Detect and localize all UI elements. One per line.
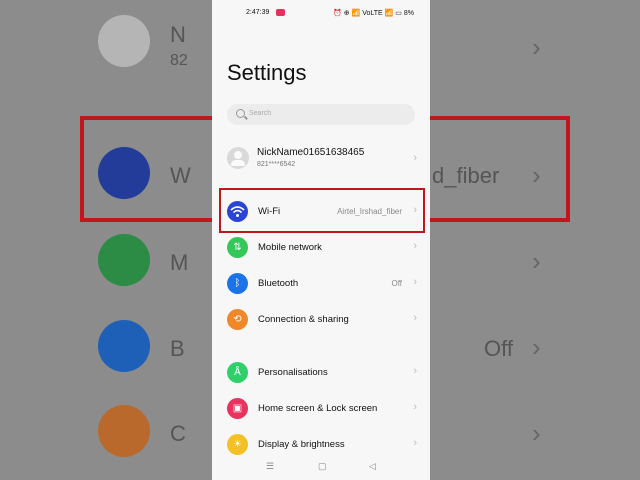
bg-bluetooth-label: B (170, 336, 185, 361)
settings-item-mobile-network[interactable]: ⇅ Mobile network › (212, 232, 430, 264)
bg-bluetooth-value: Off (484, 336, 513, 361)
settings-item-label: Personalisations (258, 367, 328, 378)
chevron-right-icon: › (413, 312, 417, 324)
profile-name: NickName01651638465 (257, 147, 365, 158)
search-input[interactable]: Search (227, 104, 415, 125)
bg-chevron-icon: › (532, 418, 541, 448)
settings-item-home-lock[interactable]: ▣ Home screen & Lock screen › (212, 393, 430, 425)
avatar (227, 147, 249, 169)
settings-item-personalisations[interactable]: Å Personalisations › (212, 357, 430, 389)
settings-item-bluetooth[interactable]: ᛒ Bluetooth Off › (212, 268, 430, 300)
settings-item-connection-sharing[interactable]: ⟲ Connection & sharing › (212, 304, 430, 336)
bg-chevron-icon: › (532, 32, 541, 62)
search-icon (236, 109, 245, 118)
phone-screen: 2:47:39 ⏰ ⊕ 📶 VoLTE 📶 ▭ 8% Settings Sear… (212, 0, 430, 480)
search-placeholder: Search (249, 110, 272, 117)
back-icon[interactable]: ◁ (369, 461, 376, 472)
status-time: 2:47:39 (246, 9, 270, 16)
bg-number: 82 (170, 52, 188, 69)
home-icon[interactable]: ▢ (318, 461, 327, 472)
chevron-right-icon: › (413, 437, 417, 449)
status-icons: ⏰ ⊕ 📶 VoLTE 📶 ▭ 8% (333, 10, 414, 17)
chevron-right-icon: › (413, 152, 417, 164)
bg-mobile-icon (98, 234, 150, 286)
menu-icon[interactable]: ☰ (266, 461, 274, 472)
settings-item-value: Off (391, 279, 402, 288)
chevron-right-icon: › (413, 365, 417, 377)
chevron-right-icon: › (413, 276, 417, 288)
navigation-bar: ☰ ▢ ◁ (212, 458, 430, 478)
bg-wifi-label: W (170, 163, 191, 188)
bg-wifi-value: d_fiber (432, 163, 500, 188)
bg-connection-icon (98, 405, 150, 457)
settings-item-label: Mobile network (258, 242, 322, 253)
wifi-highlight-box (219, 188, 425, 233)
wallpaper-icon: ▣ (227, 398, 248, 419)
profile-number: 821****6542 (257, 161, 296, 168)
personalisation-icon: Å (227, 362, 248, 383)
connection-sharing-icon: ⟲ (227, 309, 248, 330)
bg-name: N (170, 22, 186, 47)
bg-avatar (98, 15, 150, 67)
bg-connection-label: C (170, 421, 186, 446)
settings-item-label: Display & brightness (258, 439, 345, 450)
bg-chevron-icon: › (532, 160, 541, 190)
page-title: Settings (227, 60, 307, 85)
bg-bluetooth-icon (98, 320, 150, 372)
brightness-icon: ☀ (227, 434, 248, 455)
bg-mobile-label: M (170, 250, 189, 275)
record-icon (276, 9, 285, 16)
settings-item-label: Connection & sharing (258, 314, 349, 325)
status-bar: 2:47:39 ⏰ ⊕ 📶 VoLTE 📶 ▭ 8% (212, 6, 430, 22)
bg-chevron-icon: › (532, 332, 541, 362)
bg-wifi-icon (98, 147, 150, 199)
chevron-right-icon: › (413, 401, 417, 413)
settings-item-display[interactable]: ☀ Display & brightness › (212, 429, 430, 461)
chevron-right-icon: › (413, 240, 417, 252)
bg-chevron-icon: › (532, 246, 541, 276)
mobile-data-icon: ⇅ (227, 237, 248, 258)
settings-item-label: Bluetooth (258, 278, 299, 289)
bluetooth-icon: ᛒ (227, 273, 248, 294)
settings-item-label: Home screen & Lock screen (258, 403, 378, 414)
